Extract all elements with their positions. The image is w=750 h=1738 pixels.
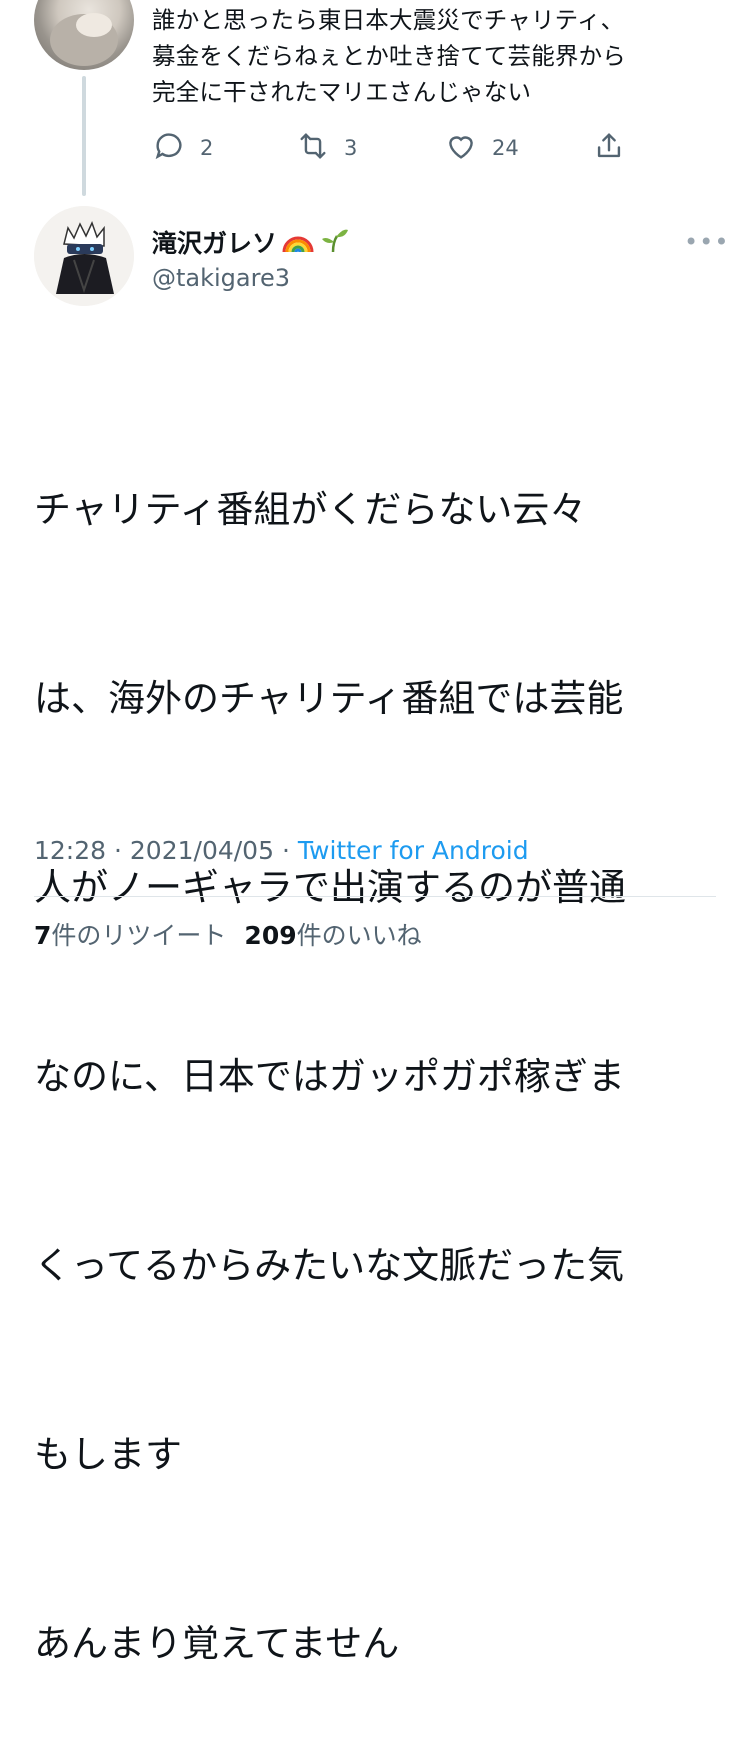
likes-label: 件のいいね bbox=[296, 921, 422, 950]
like-icon[interactable] bbox=[444, 129, 478, 167]
tweet-text-line: チャリティ番組がくだらない云々 bbox=[34, 488, 587, 531]
tweet-text-line: くってるからみたいな文脈だった気 bbox=[34, 1244, 625, 1287]
tweet-text-line: もします bbox=[34, 1433, 182, 1476]
meta-separator: · bbox=[114, 836, 122, 865]
likes-stat[interactable]: 209件のいいね bbox=[244, 921, 421, 950]
divider bbox=[34, 896, 716, 897]
retweet-icon[interactable] bbox=[296, 129, 330, 167]
likes-count: 209 bbox=[244, 921, 297, 950]
author-avatar[interactable] bbox=[34, 206, 134, 306]
reply-text-line: 誰かと思ったら東日本大震災でチャリティ、 bbox=[152, 6, 625, 34]
reply-icon[interactable] bbox=[152, 129, 186, 167]
reply-author-avatar[interactable] bbox=[34, 0, 134, 70]
tweet-text-line: あんまり覚えてません bbox=[34, 1622, 400, 1665]
meta-separator: · bbox=[281, 836, 290, 865]
tweet-text: チャリティ番組がくだらない云々 は、海外のチャリティ番組では芸能 人がノーギャラ… bbox=[34, 352, 724, 1738]
tweet-text-line: なのに、日本ではガッポガポ稼ぎま bbox=[34, 1055, 625, 1098]
tweet-meta: 12:28 · 2021/04/05 · Twitter for Android bbox=[34, 836, 529, 865]
tweet-source-link[interactable]: Twitter for Android bbox=[298, 836, 529, 865]
retweets-stat[interactable]: 7件のリツイート bbox=[34, 921, 226, 950]
share-action[interactable] bbox=[592, 130, 626, 166]
tweet-date: 2021/04/05 bbox=[129, 836, 274, 865]
reply-tweet-text: 誰かと思ったら東日本大震災でチャリティ、 募金をくだらねぇとか吐き捨てて芸能界か… bbox=[152, 2, 732, 110]
retweet-count: 3 bbox=[344, 136, 358, 160]
like-action[interactable]: 24 bbox=[444, 130, 519, 166]
like-count: 24 bbox=[492, 136, 519, 160]
retweet-action[interactable]: 3 bbox=[296, 130, 357, 166]
share-icon[interactable] bbox=[592, 129, 626, 167]
seedling-icon bbox=[319, 224, 349, 260]
reply-action[interactable]: 2 bbox=[152, 130, 213, 166]
reply-text-line: 募金をくだらねぇとか吐き捨てて芸能界から bbox=[152, 42, 626, 70]
reply-text-line: 完全に干されたマリエさんじゃない bbox=[152, 78, 532, 106]
author-name-row[interactable]: 滝沢ガレソ bbox=[152, 224, 349, 260]
tweet-stats: 7件のリツイート 209件のいいね bbox=[34, 916, 422, 952]
author-name[interactable]: 滝沢ガレソ bbox=[152, 224, 277, 260]
tweet-text-line: 人がノーギャラで出演するのが普通 bbox=[34, 866, 626, 909]
thread-connector-line bbox=[82, 76, 86, 196]
tweet-time: 12:28 bbox=[34, 836, 107, 865]
retweets-label: 件のリツイート bbox=[51, 921, 227, 950]
author-handle[interactable]: @takigare3 bbox=[152, 264, 290, 292]
reply-count: 2 bbox=[200, 136, 214, 160]
retweets-count: 7 bbox=[34, 921, 52, 950]
tweet-text-line: は、海外のチャリティ番組では芸能 bbox=[34, 677, 624, 720]
rainbow-icon bbox=[281, 224, 315, 260]
more-icon[interactable]: ••• bbox=[684, 228, 729, 256]
